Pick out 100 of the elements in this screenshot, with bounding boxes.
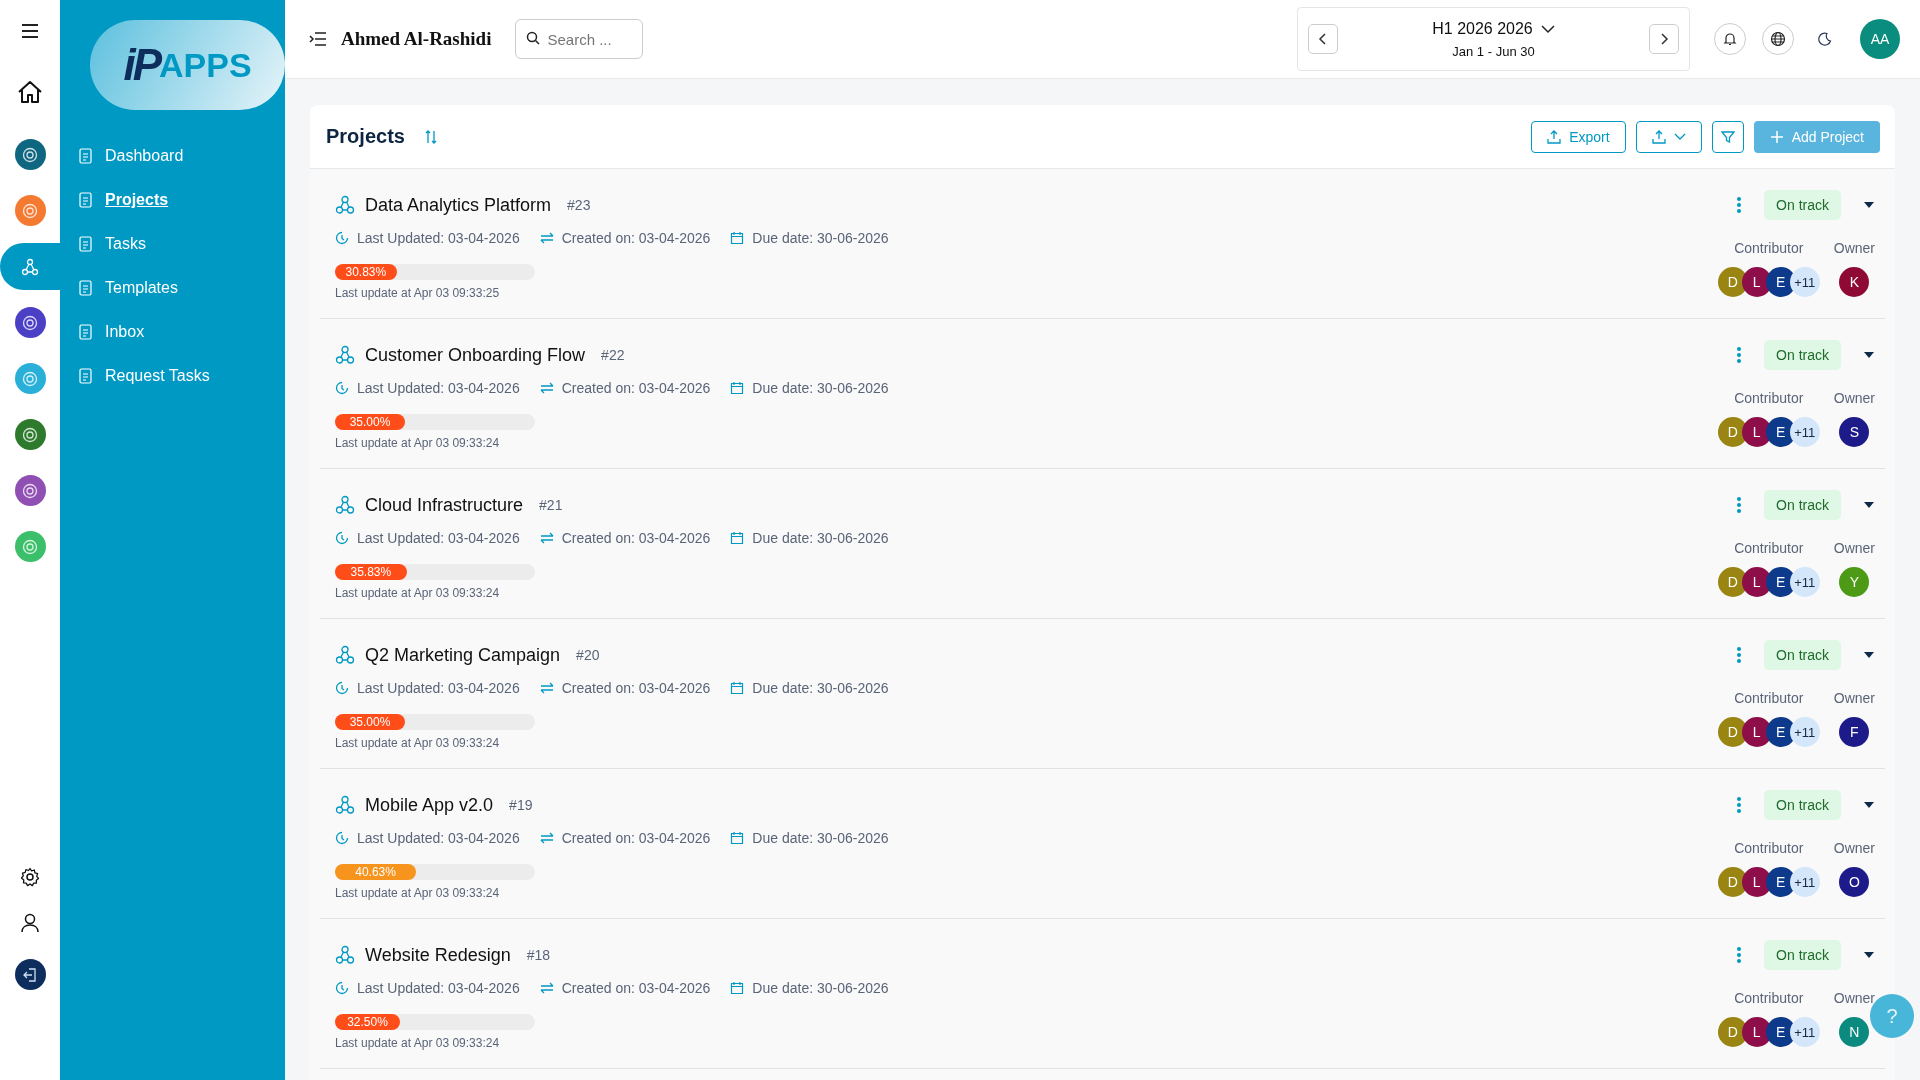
created-date: Created on: 03-04-2026 xyxy=(561,680,711,696)
bell-icon[interactable] xyxy=(1723,32,1737,46)
project-name[interactable]: Mobile App v2.0 xyxy=(365,794,494,816)
contributor-label: Contributor xyxy=(1734,990,1804,1006)
calendar-icon xyxy=(730,231,745,245)
more-icon[interactable] xyxy=(1736,946,1743,964)
project-name[interactable]: Data Analytics Platform xyxy=(365,194,552,216)
upload-icon[interactable] xyxy=(1651,129,1666,144)
logout-icon[interactable] xyxy=(14,959,46,990)
menu-icon[interactable] xyxy=(21,24,39,38)
project-number: #18 xyxy=(526,947,551,963)
document-icon[interactable] xyxy=(77,147,95,165)
network-icon[interactable] xyxy=(21,257,39,276)
user-name: Ahmed Al-Rashidi xyxy=(341,28,492,50)
owner-avatar: O xyxy=(1839,867,1870,897)
more-icon[interactable] xyxy=(1736,496,1743,514)
owner-label: Owner xyxy=(1833,240,1875,256)
swap-icon xyxy=(539,982,554,994)
home-icon[interactable] xyxy=(17,80,43,104)
created-date: Created on: 03-04-2026 xyxy=(561,980,711,996)
last-update-time: Last update at Apr 03 09:33:24 xyxy=(335,586,501,600)
notification-button[interactable] xyxy=(1714,23,1746,55)
project-name[interactable]: Customer Onboarding Flow xyxy=(365,344,586,366)
moon-icon[interactable] xyxy=(1818,32,1832,46)
caret-icon[interactable] xyxy=(1863,801,1875,809)
user-icon[interactable] xyxy=(21,913,39,933)
project-number: #23 xyxy=(567,197,591,213)
chevron-right-icon[interactable] xyxy=(1659,32,1669,46)
upload-icon[interactable] xyxy=(1547,129,1562,144)
status-badge: On track xyxy=(1764,940,1841,970)
chevron-left-icon[interactable] xyxy=(1318,32,1328,46)
more-icon[interactable] xyxy=(1736,796,1743,814)
last-updated-date: Last Updated: 03-04-2026 xyxy=(357,230,520,246)
due-date: Due date: 30-06-2026 xyxy=(752,830,889,846)
progress-fill: 30.83% xyxy=(335,264,397,280)
more-icon[interactable] xyxy=(1736,346,1743,364)
clock-icon xyxy=(335,231,349,245)
chevron-icon[interactable] xyxy=(1540,23,1555,34)
app-icon[interactable] xyxy=(14,419,46,450)
contributor-label: Contributor xyxy=(1734,690,1804,706)
project-number: #19 xyxy=(509,797,533,813)
collapse-icon[interactable] xyxy=(309,32,327,46)
app-icon[interactable] xyxy=(14,475,46,506)
project-icon xyxy=(335,945,355,965)
last-updated-date: Last Updated: 03-04-2026 xyxy=(357,830,520,846)
more-icon[interactable] xyxy=(1736,196,1743,214)
period-range: Jan 1 - Jun 30 xyxy=(1452,43,1535,59)
project-name[interactable]: Website Redesign xyxy=(365,944,511,966)
caret-icon[interactable] xyxy=(1863,201,1875,209)
last-update-time: Last update at Apr 03 09:33:24 xyxy=(335,1036,501,1050)
last-updated-date: Last Updated: 03-04-2026 xyxy=(357,530,520,546)
rail-tab[interactable] xyxy=(0,243,60,290)
globe-icon[interactable] xyxy=(1770,31,1786,47)
due-date: Due date: 30-06-2026 xyxy=(752,680,889,696)
plus-icon[interactable] xyxy=(1769,129,1784,144)
settings-icon[interactable] xyxy=(20,867,40,887)
more-contributors[interactable]: +11 xyxy=(1789,717,1820,747)
upload-dropdown-button[interactable] xyxy=(1635,120,1702,153)
caret-icon[interactable] xyxy=(1863,951,1875,959)
status-badge: On track xyxy=(1764,640,1841,670)
clock-icon xyxy=(335,381,349,395)
more-contributors[interactable]: +11 xyxy=(1789,267,1820,297)
document-icon[interactable] xyxy=(77,323,95,341)
created-date: Created on: 03-04-2026 xyxy=(561,230,711,246)
document-icon[interactable] xyxy=(77,235,95,253)
more-contributors[interactable]: +11 xyxy=(1789,1017,1820,1047)
clock-icon xyxy=(335,831,349,845)
calendar-icon xyxy=(730,681,745,695)
language-button[interactable] xyxy=(1762,23,1794,55)
app-icon[interactable] xyxy=(14,139,46,170)
document-icon[interactable] xyxy=(77,279,95,297)
owner-label: Owner xyxy=(1833,540,1875,556)
project-name[interactable]: Cloud Infrastructure xyxy=(365,494,524,516)
user-avatar[interactable]: AA xyxy=(1860,19,1900,59)
contributor-label: Contributor xyxy=(1734,840,1804,856)
project-name[interactable]: Q2 Marketing Campaign xyxy=(365,644,561,666)
filter-icon[interactable] xyxy=(1720,129,1735,144)
more-contributors[interactable]: +11 xyxy=(1789,417,1820,447)
more-icon[interactable] xyxy=(1736,646,1743,664)
document-icon[interactable] xyxy=(77,367,95,385)
app-icon[interactable] xyxy=(14,307,46,338)
period-title[interactable]: H1 2026 2026 xyxy=(1432,19,1533,38)
filter-button[interactable] xyxy=(1711,120,1744,153)
due-date: Due date: 30-06-2026 xyxy=(752,530,889,546)
sort-icon[interactable] xyxy=(424,129,437,144)
contributor-label: Contributor xyxy=(1734,240,1804,256)
caret-icon[interactable] xyxy=(1863,651,1875,659)
progress-fill: 35.00% xyxy=(335,414,405,430)
created-date: Created on: 03-04-2026 xyxy=(561,530,711,546)
contributor-label: Contributor xyxy=(1734,540,1804,556)
more-contributors[interactable]: +11 xyxy=(1789,567,1820,597)
search-field[interactable]: Search ... xyxy=(515,19,644,59)
caret-icon[interactable] xyxy=(1863,351,1875,359)
due-date: Due date: 30-06-2026 xyxy=(752,380,889,396)
more-contributors[interactable]: +11 xyxy=(1789,867,1820,897)
document-icon[interactable] xyxy=(77,191,95,209)
page-title: Projects xyxy=(326,125,405,148)
caret-icon[interactable] xyxy=(1863,501,1875,509)
project-icon xyxy=(335,645,355,665)
progress-fill: 35.83% xyxy=(335,564,407,580)
